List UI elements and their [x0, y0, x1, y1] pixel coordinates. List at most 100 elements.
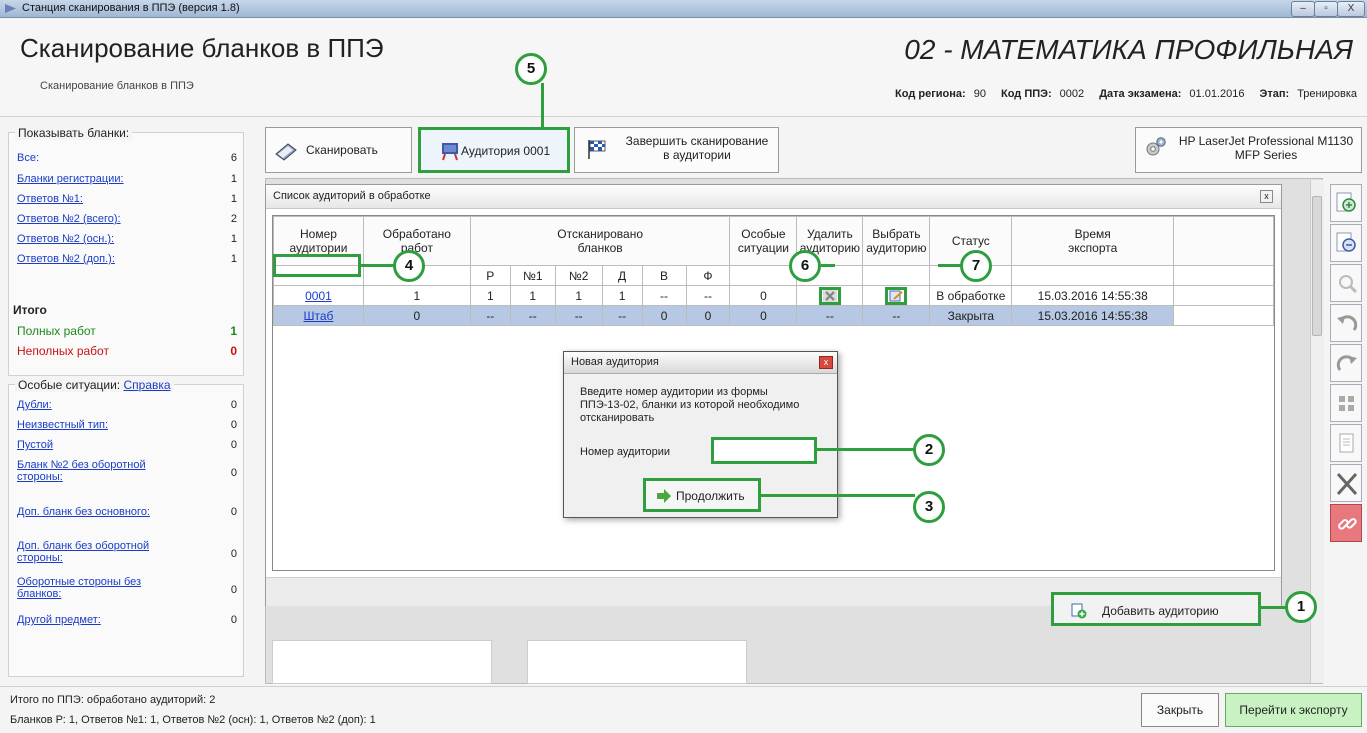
callout-connector [1261, 606, 1287, 609]
table-row[interactable]: 0001 1 1 1 1 1 -- -- 0 В обработке 15.03… [273, 285, 1274, 306]
col-select[interactable]: Выбрать аудиторию [862, 216, 931, 266]
cell-select: -- [862, 305, 931, 326]
special-extra-no-main[interactable]: Доп. бланк без основного: 0 [17, 506, 237, 518]
exam-title: 02 - МАТЕМАТИКА ПРОФИЛЬНАЯ [904, 34, 1353, 65]
filter-answers-2-main-count: 1 [230, 233, 237, 245]
printer-line1: HP LaserJet Professional M1130 [1178, 134, 1354, 148]
printer-select-button[interactable]: HP LaserJet Professional M1130 MFP Series [1135, 127, 1362, 173]
callout-5: 5 [515, 53, 547, 85]
search-icon [1339, 275, 1358, 294]
special-blank2-label: Бланк №2 без оборотной стороны: [17, 459, 146, 483]
special-unknown-count: 0 [230, 419, 237, 431]
filter-all[interactable]: Все: 6 [17, 152, 237, 164]
auditorium-number-input[interactable] [711, 437, 817, 464]
dialog-title: Новая аудитория [571, 356, 659, 368]
col-processed-line1: Обработано [382, 227, 451, 241]
callout-connector [817, 448, 915, 451]
link-button[interactable] [1330, 504, 1362, 542]
panel-titlebar: Список аудиторий в обработке x [266, 185, 1281, 209]
auditorium-button[interactable]: Аудитория 0001 [418, 127, 570, 173]
rotate-left-button[interactable] [1330, 304, 1362, 342]
blank-thumbnail[interactable] [272, 640, 492, 684]
panel-close-button[interactable]: x [1260, 190, 1273, 203]
search-button[interactable] [1330, 264, 1362, 302]
show-blanks-title: Показывать бланки: [15, 126, 133, 140]
dialog-close-button[interactable]: x [819, 356, 833, 369]
go-to-export-button[interactable]: Перейти к экспорту [1225, 693, 1362, 727]
partial-works-label: Неполных работ [17, 344, 109, 358]
finish-scanning-button[interactable]: Завершить сканирование в аудитории [574, 127, 779, 173]
special-situations-title: Особые ситуации: Справка [15, 378, 174, 392]
new-auditorium-dialog: Новая аудитория x Введите номер аудитори… [563, 351, 838, 518]
filter-answers-1[interactable]: Ответов №1: 1 [17, 193, 237, 205]
fit-button[interactable] [1330, 384, 1362, 422]
page-button[interactable] [1330, 424, 1362, 462]
scanner-icon [275, 143, 297, 161]
auditorium-link[interactable]: Штаб [304, 309, 334, 323]
table-row[interactable]: Штаб 0 -- -- -- -- 0 0 0 -- -- Закрыта 1… [273, 305, 1274, 326]
subcol-f: Ф [685, 265, 731, 286]
exam-meta: Код региона: 90 Код ППЭ: 0002 Дата экзамен… [895, 88, 1357, 100]
subcol-v: В [641, 265, 687, 286]
subcol-d: Д [601, 265, 643, 286]
special-empty[interactable]: Пустой 0 [17, 439, 237, 451]
callout-1: 1 [1285, 591, 1317, 623]
special-other-subject[interactable]: Другой предмет: 0 [17, 614, 237, 626]
zoom-out-button[interactable] [1330, 224, 1362, 262]
gears-icon [1146, 137, 1166, 156]
blank-thumbnail[interactable] [527, 640, 747, 684]
col-special-line2: ситуации [737, 241, 789, 255]
filter-answers-2-all-label: Ответов №2 (всего): [17, 213, 121, 225]
help-link[interactable]: Справка [123, 378, 170, 392]
page-icon [1339, 433, 1354, 453]
show-blanks-group: Показывать бланки: Все: 6 Бланки регистра… [8, 126, 244, 376]
special-backs-line1: Оборотные стороны без [17, 576, 142, 588]
filter-answers-2-extra[interactable]: Ответов №2 (доп.): 1 [17, 253, 237, 265]
left-panel: Показывать бланки: Все: 6 Бланки регистра… [8, 122, 244, 677]
close-button[interactable]: Закрыть [1141, 693, 1219, 727]
dialog-titlebar: Новая аудитория x [564, 352, 837, 374]
special-duplicates[interactable]: Дубли: 0 [17, 399, 237, 411]
callout-2: 2 [913, 434, 945, 466]
col-special[interactable]: Особые ситуации [729, 216, 798, 266]
delete-button[interactable] [1330, 464, 1362, 502]
special-blank2-no-back[interactable]: Бланк №2 без оборотной стороны: 0 [17, 459, 237, 483]
zoom-in-button[interactable] [1330, 184, 1362, 222]
filter-answers-2-all[interactable]: Ответов №2 (всего): 2 [17, 213, 237, 225]
special-extra-no-back[interactable]: Доп. бланк без оборотной стороны: 0 [17, 540, 237, 564]
special-backs-no-blanks[interactable]: Оборотные стороны без бланков: 0 [17, 576, 237, 600]
filter-answers-2-main[interactable]: Ответов №2 (осн.): 1 [17, 233, 237, 245]
select-auditorium-button[interactable] [885, 286, 908, 305]
partial-works: Неполных работ 0 [17, 344, 237, 358]
special-blank2-line2: стороны: [17, 471, 63, 483]
zoom-out-icon [1336, 232, 1356, 252]
special-unknown-type[interactable]: Неизвестный тип: 0 [17, 419, 237, 431]
cell-d: -- [601, 305, 643, 326]
col-scanned[interactable]: Отсканировано бланков [469, 216, 731, 266]
rotate-right-button[interactable] [1330, 344, 1362, 382]
filter-registration[interactable]: Бланки регистрации: 1 [17, 173, 237, 185]
col-select-line2: аудиторию [866, 241, 927, 255]
continue-button[interactable]: Продолжить [643, 478, 761, 512]
filter-all-label: Все: [17, 152, 40, 164]
delete-auditorium-button[interactable] [818, 286, 841, 305]
close-window-button[interactable]: X [1337, 1, 1365, 17]
maximize-button[interactable]: ▫ [1314, 1, 1338, 17]
region-value: 90 [973, 88, 986, 100]
add-auditorium-button[interactable]: Добавить аудиторию [1051, 592, 1261, 626]
auditorium-link[interactable]: 0001 [305, 289, 332, 303]
col-delete-line1: Удалить [806, 227, 853, 241]
cell-n2: 1 [554, 285, 603, 306]
rotate-left-icon [1337, 315, 1358, 331]
scrollbar-thumb[interactable] [1312, 196, 1322, 336]
scan-button[interactable]: Сканировать [265, 127, 412, 173]
minimize-button[interactable]: – [1291, 1, 1315, 17]
filter-answers-1-count: 1 [230, 193, 237, 205]
cell-f: 0 [685, 305, 731, 326]
dialog-message-line1: Введите номер аудитории из формы [580, 386, 768, 398]
rotate-right-icon [1336, 355, 1357, 371]
filter-registration-label: Бланки регистрации: [17, 173, 124, 185]
link-icon [1338, 518, 1357, 530]
callout-6: 6 [789, 250, 821, 282]
col-export-time[interactable]: Время экспорта [1011, 216, 1175, 266]
